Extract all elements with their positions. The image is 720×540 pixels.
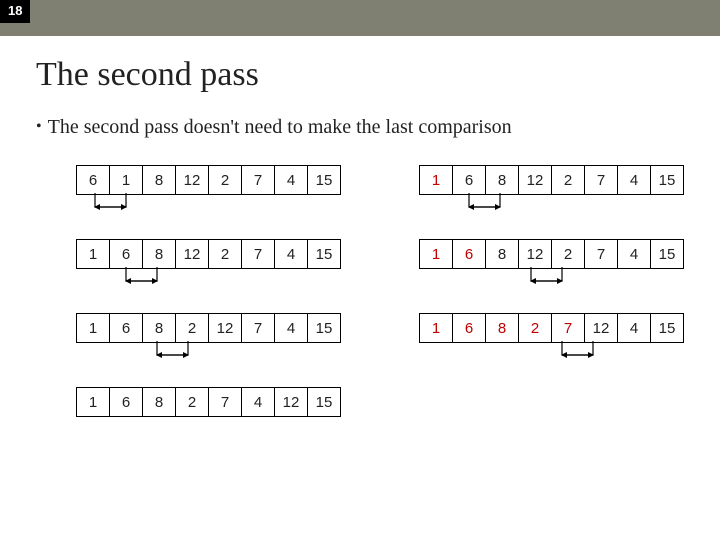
cell: 1: [419, 313, 453, 343]
cell: 6: [109, 387, 143, 417]
slide-number: 18: [0, 0, 30, 23]
cell: 6: [76, 165, 110, 195]
bullet-line: • The second pass doesn't need to make th…: [36, 116, 684, 139]
cell: 4: [617, 313, 651, 343]
cell: 15: [307, 313, 341, 343]
array: 6181227415: [76, 165, 341, 195]
cell: 12: [175, 239, 209, 269]
cell: 2: [518, 313, 552, 343]
cell: 12: [518, 239, 552, 269]
cell: 15: [307, 165, 341, 195]
cell: 4: [617, 239, 651, 269]
cell: 15: [650, 165, 684, 195]
cell: 1: [419, 165, 453, 195]
cell: 7: [241, 239, 275, 269]
cell: 2: [175, 313, 209, 343]
cell: 1: [76, 387, 110, 417]
array: 1681227415: [419, 239, 684, 269]
cell: 4: [274, 313, 308, 343]
array: 1682741215: [76, 387, 341, 417]
cell: 7: [241, 165, 275, 195]
array: 1681227415: [419, 165, 684, 195]
cell: 4: [274, 239, 308, 269]
cell: 12: [518, 165, 552, 195]
cell: 6: [109, 313, 143, 343]
cell: 1: [76, 313, 110, 343]
array-row: 6181227415 1681227415: [76, 165, 684, 195]
cell: 6: [452, 313, 486, 343]
cell: 6: [452, 239, 486, 269]
cell: 4: [241, 387, 275, 417]
cell: 12: [175, 165, 209, 195]
array: 1681227415: [76, 239, 341, 269]
cell: 6: [109, 239, 143, 269]
array-row: 1682127415 1682712415: [76, 313, 684, 343]
array-area: 6181227415 1681227415 1681227415: [36, 165, 684, 417]
cell: 7: [584, 165, 618, 195]
cell: 2: [551, 165, 585, 195]
header-band: 18: [0, 0, 720, 36]
cell: 7: [551, 313, 585, 343]
cell: 1: [419, 239, 453, 269]
cell: 8: [142, 239, 176, 269]
cell: 7: [584, 239, 618, 269]
cell: 12: [584, 313, 618, 343]
cell: 8: [142, 387, 176, 417]
cell: 8: [485, 165, 519, 195]
array: 1682127415: [76, 313, 341, 343]
slide-content: The second pass • The second pass doesn't…: [0, 36, 720, 417]
bullet-dot: •: [36, 118, 42, 135]
cell: 8: [142, 313, 176, 343]
slide-title: The second pass: [36, 56, 684, 94]
cell: 1: [109, 165, 143, 195]
cell: 12: [208, 313, 242, 343]
bullet-text: The second pass doesn't need to make the…: [48, 116, 512, 138]
array: 1682712415: [419, 313, 684, 343]
cell: 2: [208, 165, 242, 195]
cell: 8: [485, 239, 519, 269]
cell: 2: [551, 239, 585, 269]
cell: 2: [208, 239, 242, 269]
cell: 15: [650, 313, 684, 343]
array-row: 1682741215: [76, 387, 684, 417]
cell: 12: [274, 387, 308, 417]
cell: 6: [452, 165, 486, 195]
cell: 4: [617, 165, 651, 195]
cell: 8: [485, 313, 519, 343]
cell: 15: [307, 239, 341, 269]
cell: 4: [274, 165, 308, 195]
cell: 15: [650, 239, 684, 269]
cell: 7: [208, 387, 242, 417]
cell: 1: [76, 239, 110, 269]
array-row: 1681227415 1681227415: [76, 239, 684, 269]
cell: 15: [307, 387, 341, 417]
cell: 7: [241, 313, 275, 343]
cell: 2: [175, 387, 209, 417]
cell: 8: [142, 165, 176, 195]
